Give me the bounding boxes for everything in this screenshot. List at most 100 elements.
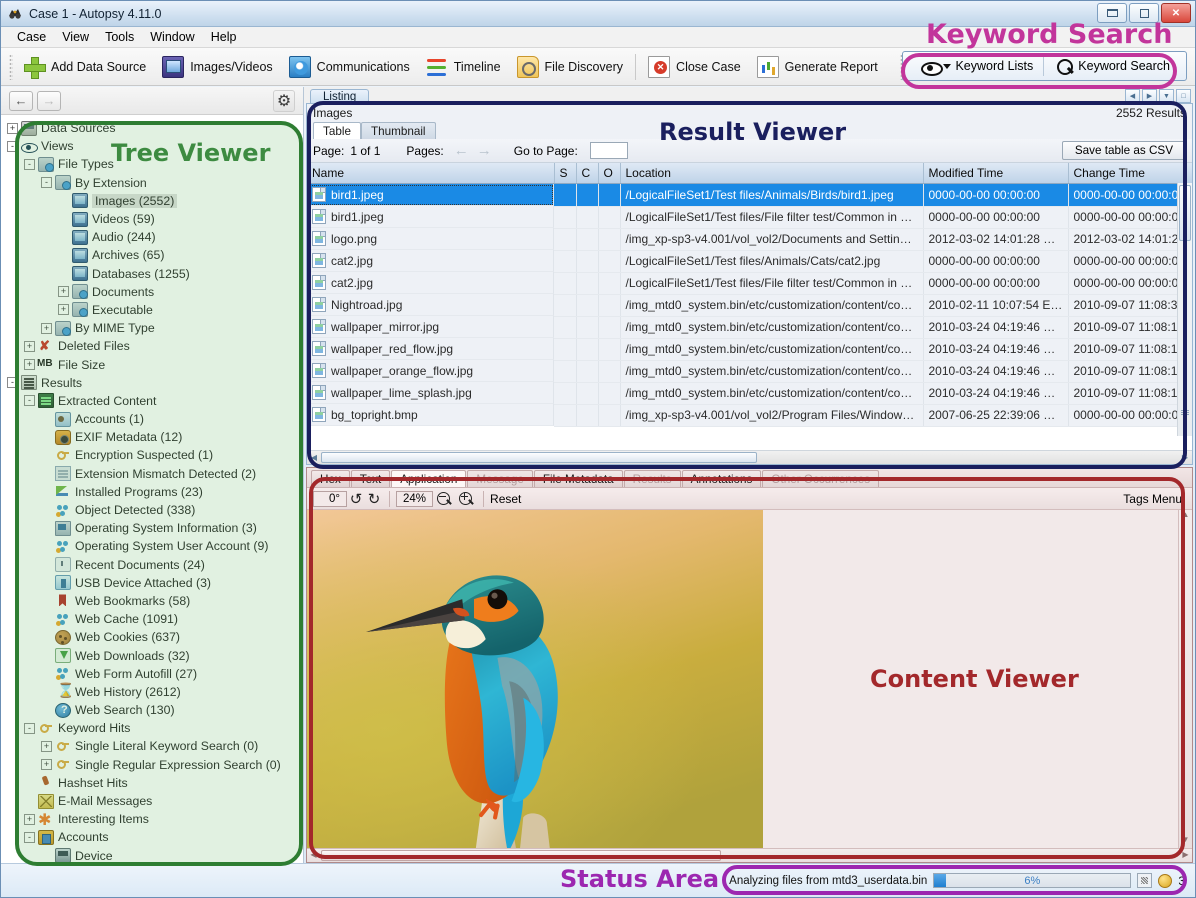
expand-icon[interactable]: +: [7, 123, 18, 134]
cv-tab-file-metadata[interactable]: File Metadata: [534, 470, 623, 487]
column-header-location[interactable]: Location: [620, 163, 923, 184]
tree-item-web-bookmarks-58[interactable]: Web Bookmarks (58): [7, 592, 303, 610]
content-hscroll-left[interactable]: ◀: [307, 850, 320, 859]
expand-icon[interactable]: +: [41, 741, 52, 752]
menu-help[interactable]: Help: [203, 28, 245, 46]
table-row[interactable]: wallpaper_lime_splash.jpg/img_mtd0_syste…: [307, 382, 1192, 404]
cv-tab-annotations[interactable]: Annotations: [682, 470, 762, 487]
tree-item-recent-documents-24[interactable]: Recent Documents (24): [7, 556, 303, 574]
column-header-change-time[interactable]: Change Time: [1068, 163, 1192, 184]
tree-item-exif-metadata-12[interactable]: EXIF Metadata (12): [7, 428, 303, 446]
communications-button[interactable]: Communications: [281, 50, 418, 84]
tree-item-views[interactable]: -Views: [7, 137, 303, 155]
content-horizontal-scrollbar[interactable]: ◀ ▶: [307, 848, 1192, 862]
images-videos-button[interactable]: Images/Videos: [154, 50, 280, 84]
tab-thumbnail[interactable]: Thumbnail: [361, 122, 436, 139]
tree-item-keyword-hits[interactable]: -Keyword Hits: [7, 719, 303, 737]
tree-item-results[interactable]: -Results: [7, 374, 303, 392]
tree-item-web-history-2612[interactable]: Web History (2612): [7, 683, 303, 701]
tree-item-single-regular-expression-search-0[interactable]: +Single Regular Expression Search (0): [7, 756, 303, 774]
stop-icon[interactable]: [1137, 873, 1152, 888]
collapse-icon[interactable]: -: [24, 832, 35, 843]
tree-item-web-cookies-637[interactable]: Web Cookies (637): [7, 628, 303, 646]
tree-item-operating-system-information-3[interactable]: Operating System Information (3): [7, 519, 303, 537]
content-vertical-scrollbar[interactable]: ▲ ▼: [1178, 510, 1192, 848]
table-row[interactable]: Nightroad.jpg/img_mtd0_system.bin/etc/cu…: [307, 294, 1192, 316]
tree-item-interesting-items[interactable]: +Interesting Items: [7, 810, 303, 828]
cv-tab-application[interactable]: Application: [391, 470, 466, 487]
tree-forward-button[interactable]: →: [37, 91, 61, 111]
tree-item-extracted-content[interactable]: -Extracted Content: [7, 392, 303, 410]
tree-item-device[interactable]: Device: [7, 847, 303, 864]
column-header-o[interactable]: O: [598, 163, 620, 184]
hscroll-right-arrow[interactable]: ▶: [1178, 453, 1192, 462]
tree-item-archives-65[interactable]: Archives (65): [7, 246, 303, 264]
collapse-icon[interactable]: -: [7, 377, 18, 388]
tree-item-data-sources[interactable]: +Data Sources: [7, 119, 303, 137]
close-button[interactable]: ✕: [1161, 3, 1191, 23]
tree-item-accounts[interactable]: -Accounts: [7, 828, 303, 846]
file-discovery-button[interactable]: File Discovery: [509, 50, 632, 84]
tree-item-web-search-130[interactable]: Web Search (130): [7, 701, 303, 719]
tree-item-deleted-files[interactable]: +Deleted Files: [7, 337, 303, 355]
restore-button[interactable]: [1129, 3, 1159, 23]
tree-item-images-2552[interactable]: Images (2552): [7, 192, 303, 210]
expand-icon[interactable]: +: [24, 359, 35, 370]
hscroll-left-arrow[interactable]: ◀: [307, 453, 321, 462]
tree-item-installed-programs-23[interactable]: Installed Programs (23): [7, 483, 303, 501]
collapse-icon[interactable]: -: [24, 395, 35, 406]
tree-item-web-cache-1091[interactable]: Web Cache (1091): [7, 610, 303, 628]
close-case-button[interactable]: Close Case: [640, 50, 749, 84]
table-horizontal-scrollbar[interactable]: ◀ ▶: [307, 450, 1192, 464]
rotate-cw-icon[interactable]: ↻: [365, 490, 383, 508]
notification-coin-icon[interactable]: [1158, 874, 1172, 888]
content-hscroll-right[interactable]: ▶: [1179, 850, 1192, 859]
tree-item-audio-244[interactable]: Audio (244): [7, 228, 303, 246]
tab-table[interactable]: Table: [313, 122, 361, 139]
scroll-left-button[interactable]: ◀: [1125, 89, 1140, 103]
maximize-listing-button[interactable]: □: [1176, 89, 1191, 103]
content-vscroll-down[interactable]: ▼: [1179, 835, 1192, 848]
add-data-source-button[interactable]: Add Data Source: [15, 50, 154, 84]
menu-tools[interactable]: Tools: [97, 28, 142, 46]
column-header-c[interactable]: C: [576, 163, 598, 184]
table-row[interactable]: wallpaper_red_flow.jpg/img_mtd0_system.b…: [307, 338, 1192, 360]
tree-item-databases-1255[interactable]: Databases (1255): [7, 265, 303, 283]
content-vscroll-up[interactable]: ▲: [1179, 510, 1192, 523]
expand-icon[interactable]: +: [41, 323, 52, 334]
tree-item-single-literal-keyword-search-0[interactable]: +Single Literal Keyword Search (0): [7, 737, 303, 755]
keyword-search-button[interactable]: Keyword Search: [1044, 53, 1180, 79]
tree-item-documents[interactable]: +Documents: [7, 283, 303, 301]
menu-window[interactable]: Window: [142, 28, 202, 46]
goto-page-input[interactable]: [590, 142, 628, 159]
tree-item-file-size[interactable]: +File Size: [7, 355, 303, 373]
table-row[interactable]: wallpaper_orange_flow.jpg/img_mtd0_syste…: [307, 360, 1192, 382]
content-hscroll-thumb[interactable]: [321, 850, 721, 861]
expand-icon[interactable]: +: [58, 304, 69, 315]
save-table-as-csv-button[interactable]: Save table as CSV: [1062, 141, 1186, 160]
table-vscroll-thumb[interactable]: [1179, 185, 1191, 241]
tree-item-hashset-hits[interactable]: Hashset Hits: [7, 774, 303, 792]
rotate-ccw-icon[interactable]: ↺: [347, 490, 365, 508]
generate-report-button[interactable]: Generate Report: [749, 50, 886, 84]
prev-page-button[interactable]: ←: [454, 142, 469, 159]
table-row[interactable]: cat2.jpg/LogicalFileSet1/Test files/File…: [307, 272, 1192, 294]
cv-tab-text[interactable]: Text: [351, 470, 390, 487]
table-row[interactable]: bird1.jpeg/LogicalFileSet1/Test files/Fi…: [307, 206, 1192, 228]
timeline-button[interactable]: Timeline: [418, 50, 509, 84]
table-row[interactable]: logo.png/img_xp-sp3-v4.001/vol_vol2/Docu…: [307, 228, 1192, 250]
tree-item-operating-system-user-account-9[interactable]: Operating System User Account (9): [7, 537, 303, 555]
tree-item-object-detected-338[interactable]: Object Detected (338): [7, 501, 303, 519]
expand-icon[interactable]: +: [58, 286, 69, 297]
tree-item-executable[interactable]: +Executable: [7, 301, 303, 319]
column-header-name[interactable]: Name: [307, 163, 554, 184]
tab-list-button[interactable]: ▼: [1159, 89, 1174, 103]
zoom-out-icon[interactable]: [435, 490, 453, 508]
tree-item-file-types[interactable]: -File Types: [7, 155, 303, 173]
tree-back-button[interactable]: ←: [9, 91, 33, 111]
column-header-modified-time[interactable]: Modified Time: [923, 163, 1068, 184]
collapse-icon[interactable]: -: [41, 177, 52, 188]
collapse-icon[interactable]: -: [7, 141, 18, 152]
collapse-icon[interactable]: -: [24, 723, 35, 734]
zoom-value[interactable]: 24%: [396, 491, 433, 507]
